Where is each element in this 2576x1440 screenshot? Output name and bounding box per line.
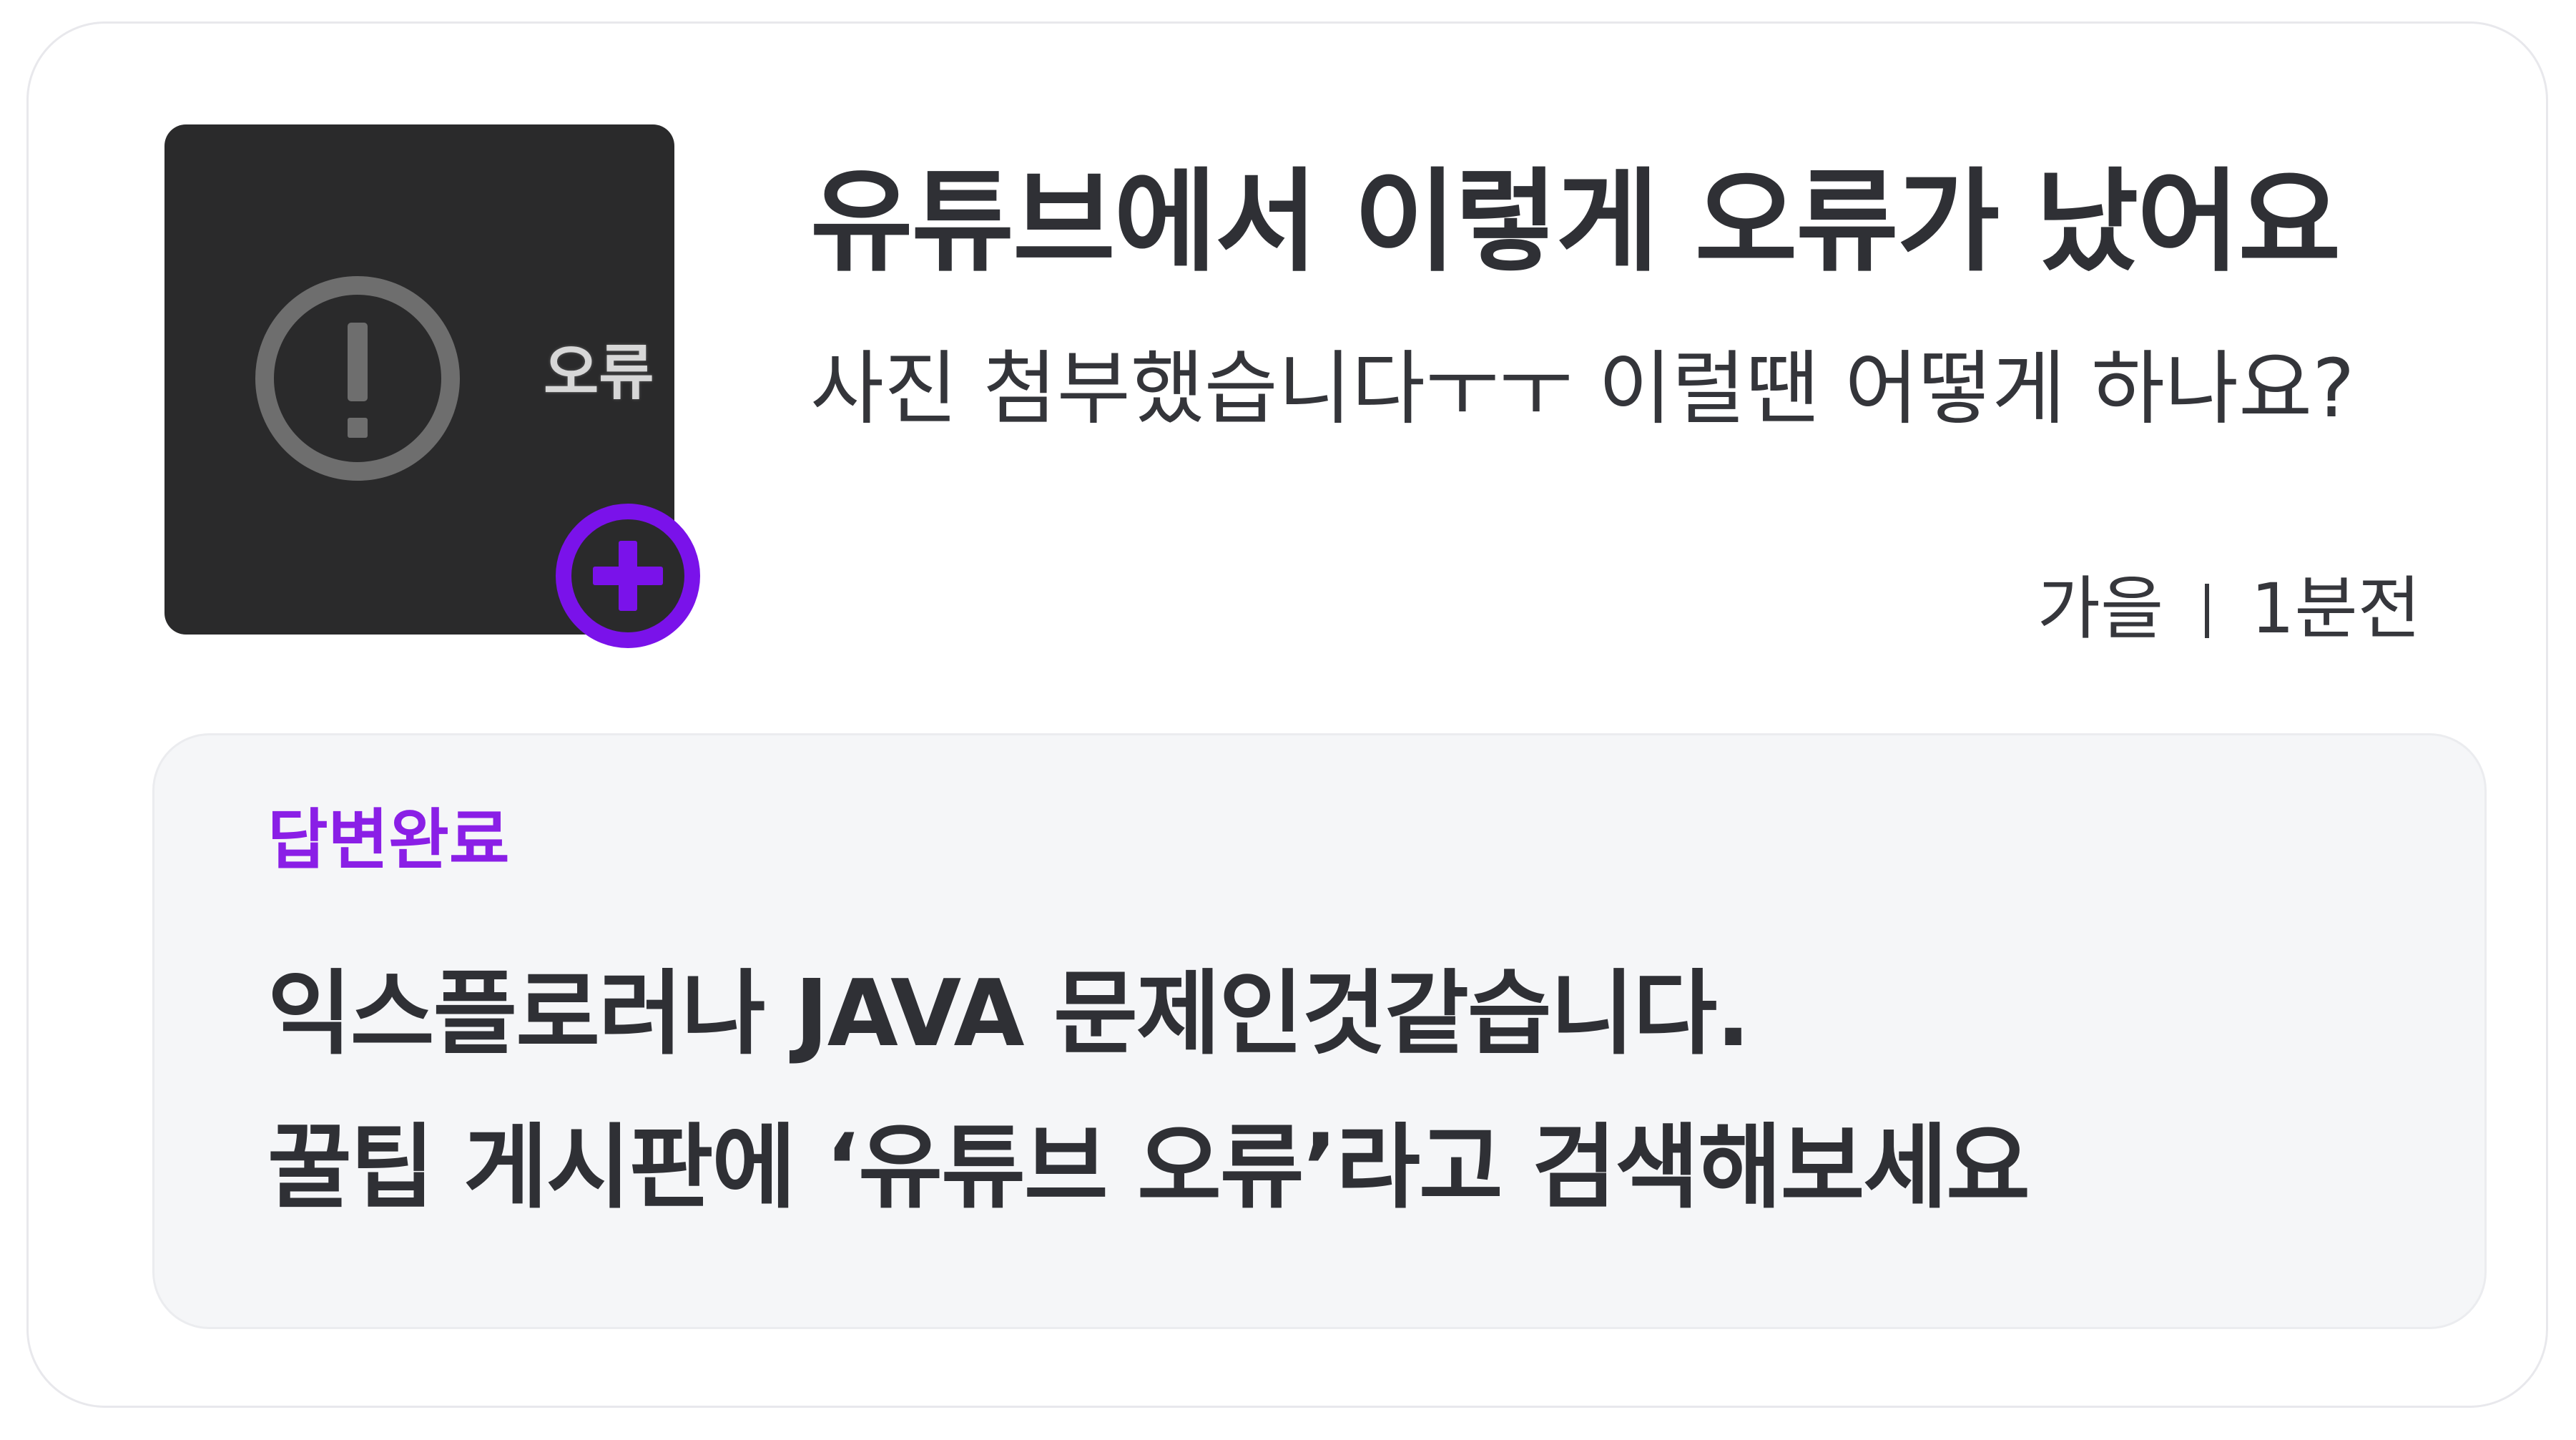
answer-preview[interactable]: 답변완료 익스플로러나 JAVA 문제인것같습니다. 꿀팁 게시판에 ‘유튜브 … xyxy=(152,733,2487,1329)
thumbnail-error-text: 오류 xyxy=(544,338,654,408)
author-name: 가을 xyxy=(2037,569,2164,649)
post-time: 1분전 xyxy=(2251,569,2421,649)
post-title[interactable]: 유튜브에서 이렇게 오류가 났어요 xyxy=(810,131,2341,293)
post-body: 사진 첨부했습니다ㅜㅜ 이럴땐 어떻게 하나요? xyxy=(810,343,2355,436)
plus-circle-icon[interactable] xyxy=(552,500,704,652)
answer-text-line: 꿀팁 게시판에 ‘유튜브 오류’라고 검색해보세요 xyxy=(267,1115,2030,1221)
meta-divider xyxy=(2205,584,2210,638)
post-meta: 가을 1분전 xyxy=(2037,553,2421,652)
error-circle-icon xyxy=(255,276,460,481)
answer-status-badge: 답변완료 xyxy=(267,802,510,878)
answer-text-line: 익스플로러나 JAVA 문제인것같습니다. xyxy=(267,961,1751,1067)
question-card[interactable]: 오류 유튜브에서 이렇게 오류가 났어요 사진 첨부했습니다ㅜㅜ 이럴땐 어떻게… xyxy=(26,21,2548,1408)
